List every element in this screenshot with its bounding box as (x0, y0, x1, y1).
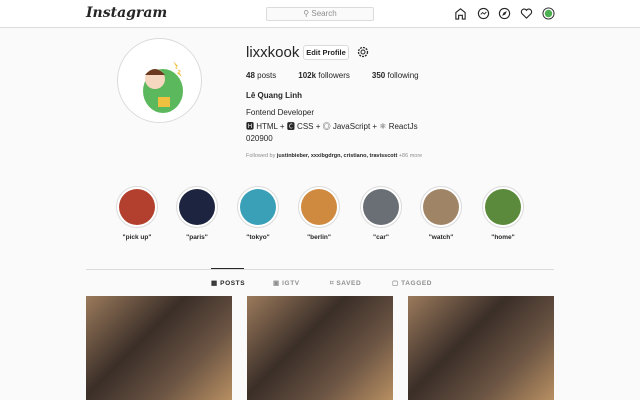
explore-icon[interactable] (498, 7, 511, 20)
story-label: "home" (491, 234, 515, 241)
story-highlight[interactable]: "car" (359, 186, 403, 241)
story-highlight[interactable]: "berlin" (297, 186, 341, 241)
story-ring (360, 186, 402, 228)
active-tab-indicator (211, 268, 244, 269)
story-label: "berlin" (307, 234, 331, 241)
bio-line: 🅷 HTML + 🅲 CSS + ◎ JavaScript + ⚛ ReactJ… (246, 122, 418, 131)
story-highlight[interactable]: "tokyo" (236, 186, 280, 241)
bio-line: Fontend Developer (246, 108, 315, 117)
story-cover (119, 189, 155, 225)
story-label: "pick up" (122, 234, 152, 241)
gear-icon[interactable] (357, 46, 369, 58)
edit-profile-button[interactable]: Edit Profile (303, 45, 349, 60)
story-label: "tokyo" (246, 234, 270, 241)
story-ring (482, 186, 524, 228)
full-name: Lê Quang Linh (246, 91, 302, 100)
bio-line: 020900 (246, 134, 273, 143)
profile-avatar-icon[interactable] (542, 7, 555, 20)
post-thumbnail[interactable] (247, 296, 393, 400)
tabs-divider (86, 269, 554, 270)
story-highlight[interactable]: "pick up" (115, 186, 159, 241)
story-label: "watch" (428, 234, 454, 241)
tag-icon: ▢ (392, 280, 402, 287)
heart-icon[interactable] (520, 7, 533, 20)
top-nav: Instagram ⚲ Search (0, 0, 640, 28)
story-highlight[interactable]: "home" (481, 186, 525, 241)
posts-count[interactable]: 48 posts (246, 71, 276, 80)
followed-by[interactable]: Followed by justinbieber, xxxibgdrgn, cr… (246, 153, 422, 159)
story-cover (179, 189, 215, 225)
story-cover (485, 189, 521, 225)
tab-saved[interactable]: ⌑ SAVED (330, 279, 361, 287)
story-ring (116, 186, 158, 228)
story-ring (298, 186, 340, 228)
story-highlight[interactable]: "paris" (175, 186, 219, 241)
igtv-icon: ▣ (273, 280, 283, 287)
profile-avatar[interactable] (117, 38, 202, 123)
instagram-logo[interactable]: Instagram (86, 5, 167, 21)
home-icon[interactable] (454, 7, 467, 20)
story-cover (423, 189, 459, 225)
story-cover (363, 189, 399, 225)
tab-posts[interactable]: ▦ POSTS (211, 279, 245, 287)
post-thumbnail[interactable] (86, 296, 232, 400)
story-cover (240, 189, 276, 225)
messenger-icon[interactable] (477, 7, 490, 20)
post-thumbnail[interactable] (408, 296, 554, 400)
story-ring (420, 186, 462, 228)
search-placeholder: Search (311, 9, 337, 18)
grid-icon: ▦ (211, 280, 221, 287)
story-ring (237, 186, 279, 228)
dinosaur-avatar-illustration (143, 61, 183, 113)
story-ring (176, 186, 218, 228)
story-label: "paris" (186, 234, 208, 241)
story-highlight[interactable]: "watch" (419, 186, 463, 241)
following-count[interactable]: 350 following (372, 71, 419, 80)
tab-igtv[interactable]: ▣ IGTV (273, 279, 300, 287)
tab-tagged[interactable]: ▢ TAGGED (392, 279, 432, 287)
username: lixxkook (246, 44, 300, 61)
story-label: "car" (373, 234, 389, 241)
search-input[interactable]: ⚲ Search (266, 7, 374, 21)
followers-count[interactable]: 102k followers (298, 71, 350, 80)
profile-stats: 48 posts 102k followers 350 following (246, 71, 419, 80)
story-cover (301, 189, 337, 225)
